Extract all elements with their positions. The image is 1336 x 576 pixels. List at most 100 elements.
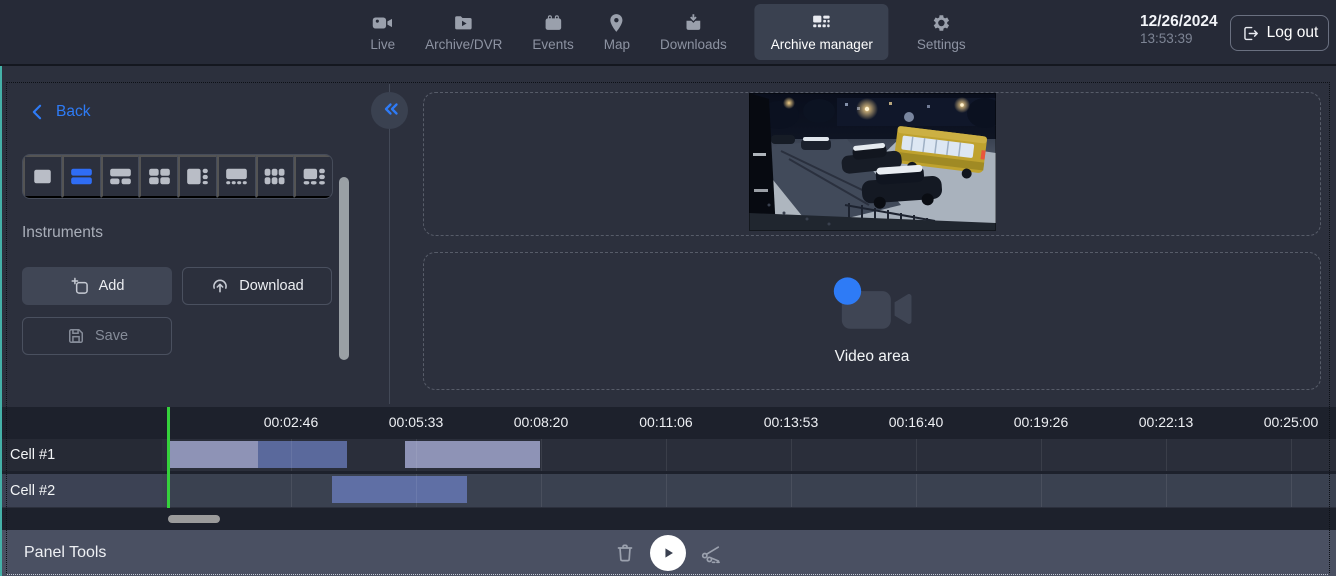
layout-grid-2x2-icon	[144, 165, 175, 188]
main-nav: Live Archive/DVR Events Map Downloads Archive…	[368, 0, 967, 64]
date-display: 12/26/2024	[1140, 12, 1218, 31]
layout-selector	[22, 154, 333, 199]
timeline-tick-label: 00:19:26	[1014, 414, 1069, 430]
recording-segment[interactable]	[332, 476, 467, 503]
nav-item-downloads[interactable]: Downloads	[658, 6, 729, 58]
video-camera-placeholder-icon	[822, 276, 922, 342]
timeline-tick-label: 00:08:20	[514, 414, 569, 430]
layout-single-button[interactable]	[23, 155, 62, 198]
app-root: Live Archive/DVR Events Map Downloads Archive…	[0, 0, 1336, 576]
timeline-ruler[interactable]: 00:02:4600:05:3300:08:2000:11:0600:13:53…	[0, 407, 1336, 439]
timeline-tick-label: 00:22:13	[1139, 414, 1194, 430]
timeline-track[interactable]	[0, 439, 1336, 471]
download-tray-icon	[682, 12, 704, 34]
double-chevron-left-icon	[378, 97, 402, 124]
timeline-tick-label: 00:25:00	[1264, 414, 1319, 430]
save-button[interactable]: Save	[22, 317, 172, 355]
camera-preview-image[interactable]	[749, 93, 996, 231]
instruments-label: Instruments	[22, 224, 103, 242]
nav-item-label: Downloads	[660, 37, 727, 52]
layout-top-wide-two-icon	[105, 165, 136, 188]
back-button[interactable]: Back	[28, 102, 90, 122]
logout-label: Log out	[1267, 24, 1319, 42]
time-display: 13:53:39	[1140, 31, 1218, 48]
timeline-row-cell-2: Cell #2	[0, 474, 1336, 507]
timeline-tick-label: 00:02:46	[264, 414, 319, 430]
scissors-icon	[699, 541, 723, 565]
calendar-icon	[542, 12, 564, 34]
timeline-row-label[interactable]: Cell #1	[0, 439, 162, 471]
nav-item-events[interactable]: Events	[530, 6, 575, 58]
timeline-track[interactable]	[0, 474, 1336, 507]
nav-item-settings[interactable]: Settings	[915, 6, 968, 58]
logout-icon	[1241, 24, 1260, 43]
nav-item-live[interactable]: Live	[368, 6, 397, 58]
layout-two-rows-icon	[66, 165, 97, 188]
recording-segment[interactable]	[258, 441, 347, 468]
add-label: Add	[99, 278, 125, 294]
upload-arc-icon	[210, 276, 230, 296]
layout-two-rows-button[interactable]	[62, 155, 101, 198]
timeline-tick-label: 00:11:06	[639, 414, 692, 430]
timeline-tick-label: 00:16:40	[889, 414, 944, 430]
cut-button[interactable]	[698, 540, 724, 566]
nav-item-label: Settings	[917, 37, 966, 52]
add-button[interactable]: Add	[22, 267, 172, 305]
timeline-row-separator	[0, 471, 1336, 474]
collapse-panel-button[interactable]	[371, 92, 408, 129]
layout-grid-2x2-button[interactable]	[139, 155, 178, 198]
panel-tools-label: Panel Tools	[24, 530, 106, 576]
layout-big-left-three-button[interactable]	[178, 155, 217, 198]
video-area-label: Video area	[835, 348, 910, 366]
nav-item-label: Live	[370, 37, 395, 52]
nav-item-label: Map	[604, 37, 630, 52]
left-panel-scrollbar[interactable]	[339, 177, 349, 360]
recording-segment[interactable]	[170, 441, 259, 468]
folder-play-icon	[453, 12, 475, 34]
left-accent-edge	[0, 66, 2, 576]
back-label: Back	[56, 103, 90, 121]
chevron-left-icon	[28, 102, 48, 122]
delete-button[interactable]	[612, 540, 638, 566]
trash-icon	[613, 541, 637, 565]
nav-item-archive-dvr[interactable]: Archive/DVR	[423, 6, 504, 58]
timeline-playhead[interactable]	[167, 407, 170, 508]
panel-tools-buttons	[612, 530, 724, 576]
layout-big-plus-small-icon	[299, 165, 330, 188]
timeline-scroll-strip	[0, 508, 1336, 530]
layout-single-icon	[27, 165, 58, 188]
video-slot-2-dropzone[interactable]: Video area	[423, 252, 1321, 390]
map-pin-icon	[606, 12, 628, 34]
timeline-row-cell-1: Cell #1	[0, 439, 1336, 471]
datetime-display: 12/26/2024 13:53:39	[1140, 12, 1218, 48]
play-button[interactable]	[650, 535, 686, 571]
floppy-icon	[66, 326, 86, 346]
layout-big-top-four-button[interactable]	[217, 155, 256, 198]
nav-item-label: Archive/DVR	[425, 37, 502, 52]
panel-divider	[389, 84, 390, 404]
recording-segment[interactable]	[405, 441, 540, 468]
add-square-icon	[70, 276, 90, 296]
nav-item-archive-manager[interactable]: Archive manager	[755, 4, 889, 60]
nav-item-label: Archive manager	[771, 37, 873, 52]
top-nav-bar: Live Archive/DVR Events Map Downloads Archive…	[0, 0, 1336, 66]
layout-grid-3x2-button[interactable]	[256, 155, 295, 198]
video-camera-icon	[372, 12, 394, 34]
layout-big-left-three-icon	[182, 165, 213, 188]
layout-big-top-four-icon	[221, 165, 252, 188]
layout-top-wide-two-button[interactable]	[101, 155, 140, 198]
timeline-row-label[interactable]: Cell #2	[0, 474, 162, 507]
cells-grid-icon	[811, 12, 833, 34]
panel-tools-bar: Panel Tools	[0, 530, 1336, 576]
layout-grid-3x2-icon	[260, 165, 291, 188]
gear-icon	[930, 12, 952, 34]
nav-item-map[interactable]: Map	[602, 6, 632, 58]
play-icon	[657, 542, 679, 564]
nav-item-label: Events	[532, 37, 573, 52]
video-slot-1[interactable]	[423, 92, 1321, 236]
timeline-tick-label: 00:05:33	[389, 414, 444, 430]
timeline-horizontal-scrollbar[interactable]	[168, 515, 220, 523]
download-button[interactable]: Download	[182, 267, 332, 305]
logout-button[interactable]: Log out	[1230, 15, 1329, 51]
layout-big-plus-small-button[interactable]	[294, 155, 332, 198]
